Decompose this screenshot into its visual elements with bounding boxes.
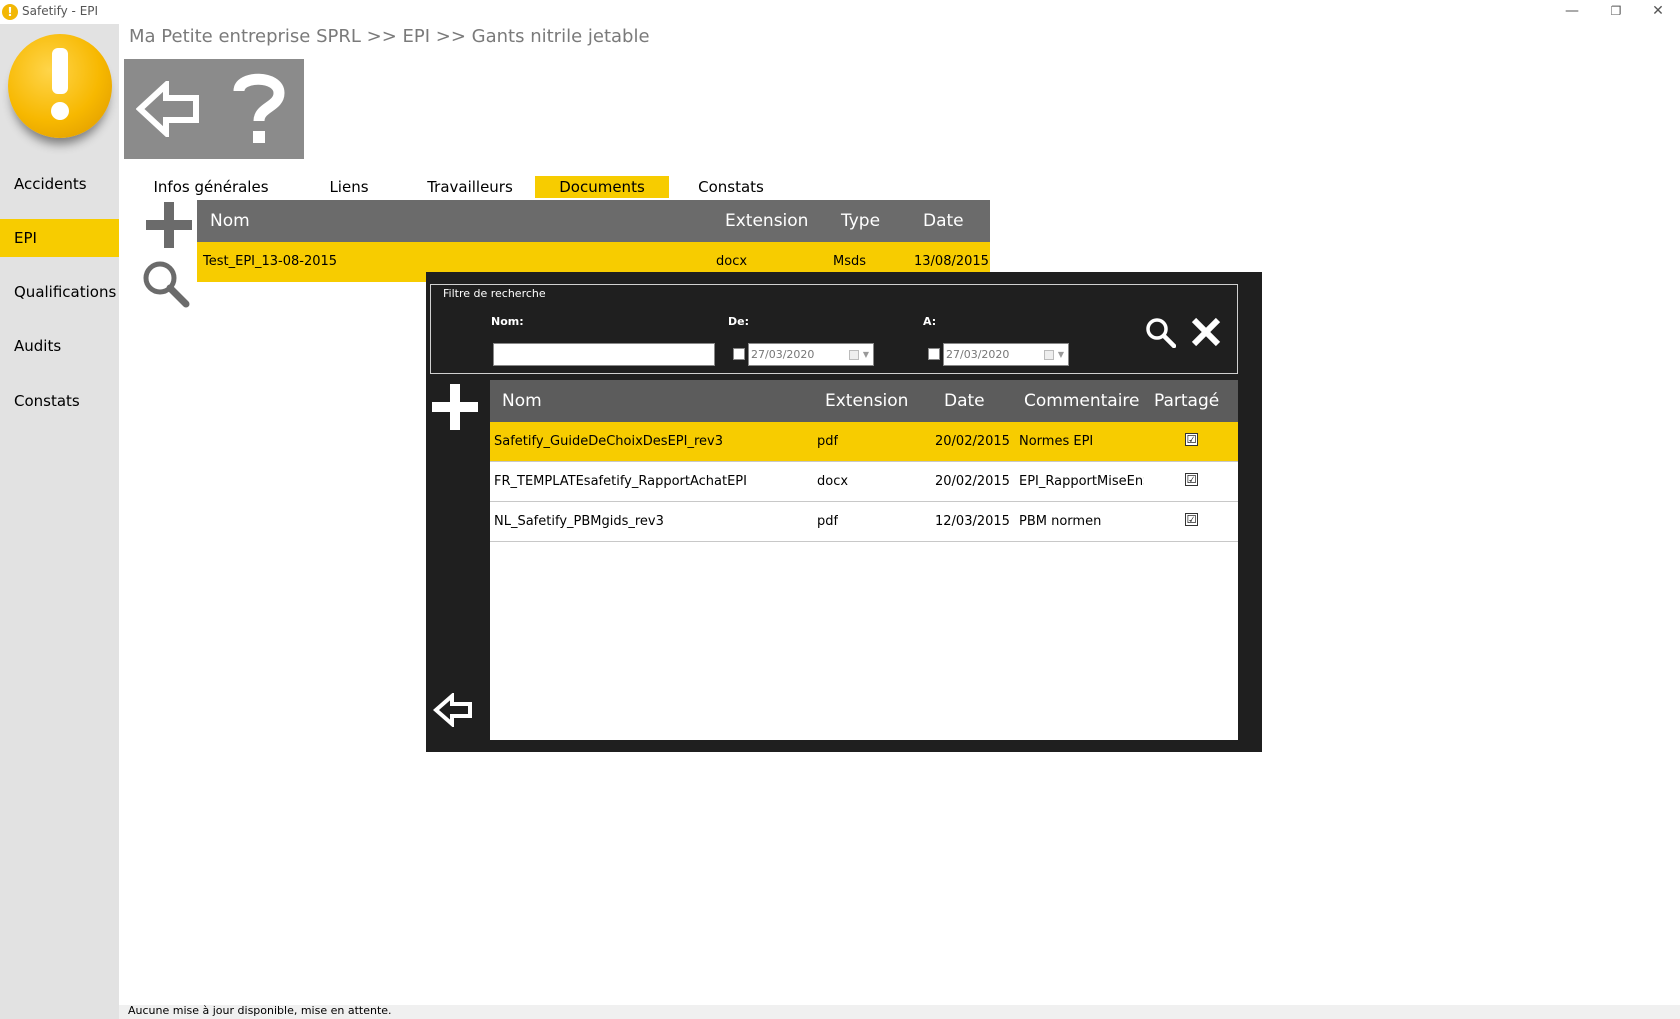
nom-input[interactable]: [493, 343, 715, 366]
cell-extension: docx: [817, 474, 849, 489]
cell-commentaire: Normes EPI: [1019, 434, 1094, 449]
partage-checkbox[interactable]: ☑: [1185, 513, 1198, 526]
tab-travailleurs[interactable]: Travailleurs: [405, 176, 535, 198]
cell-commentaire: EPI_RapportMiseEnS: [1019, 474, 1144, 489]
column-nom[interactable]: Nom: [210, 211, 250, 231]
help-icon[interactable]: [214, 59, 304, 159]
de-checkbox[interactable]: [733, 348, 745, 360]
tab-liens[interactable]: Liens: [293, 176, 405, 198]
table-row[interactable]: Safetify_GuideDeChoixDesEPI_rev3 pdf 20/…: [490, 422, 1238, 462]
chevron-down-icon: ▼: [1057, 350, 1064, 359]
table-row[interactable]: FR_TEMPLATEsafetify_RapportAchatEPI docx…: [490, 462, 1238, 502]
calendar-icon: [849, 350, 859, 360]
breadcrumb: Ma Petite entreprise SPRL >> EPI >> Gant…: [129, 26, 650, 47]
document-picker-dialog: Filtre de recherche Nom: De: 27/03/2020 …: [426, 272, 1262, 752]
restore-button[interactable]: ❐: [1594, 0, 1638, 24]
title-bar: ! Safetify - EPI — ❐ ✕: [0, 0, 1680, 24]
partage-checkbox[interactable]: ☑: [1185, 473, 1198, 486]
tab-documents[interactable]: Documents: [535, 176, 669, 198]
search-icon[interactable]: [1143, 315, 1177, 349]
column-extension[interactable]: Extension: [725, 211, 808, 231]
add-plus-icon[interactable]: [432, 384, 478, 430]
de-label: De:: [728, 315, 749, 328]
tab-constats[interactable]: Constats: [669, 176, 793, 198]
cell-date: 13/08/2015: [914, 254, 989, 269]
cell-type: Msds: [833, 254, 867, 269]
de-date-value: 27/03/2020: [751, 348, 815, 361]
back-arrow-icon[interactable]: [432, 692, 474, 728]
status-bar: Aucune mise à jour disponible, mise en a…: [119, 1004, 1680, 1019]
calendar-icon: [1044, 350, 1054, 360]
nom-label: Nom:: [491, 315, 524, 328]
top-toolbar: [124, 59, 304, 159]
cell-nom: NL_Safetify_PBMgids_rev3: [494, 514, 664, 529]
column-nom[interactable]: Nom: [502, 391, 542, 411]
cell-nom: Safetify_GuideDeChoixDesEPI_rev3: [494, 434, 723, 449]
table-header: Nom Extension Date Commentaire Partagé: [490, 380, 1238, 422]
cell-extension: pdf: [817, 514, 839, 529]
filter-legend: Filtre de recherche: [441, 287, 548, 300]
column-extension[interactable]: Extension: [825, 391, 908, 411]
search-filter-group: Filtre de recherche Nom: De: 27/03/2020 …: [430, 284, 1238, 374]
column-partage[interactable]: Partagé: [1154, 391, 1219, 411]
column-type[interactable]: Type: [841, 211, 880, 231]
cell-date: 20/02/2015: [935, 474, 1010, 489]
table-header: Nom Extension Type Date: [197, 200, 990, 242]
app-warning-icon: !: [2, 4, 18, 20]
cell-date: 20/02/2015: [935, 434, 1010, 449]
partage-checkbox[interactable]: ☑: [1185, 433, 1198, 446]
status-text: Aucune mise à jour disponible, mise en a…: [128, 1004, 392, 1017]
sidebar: Accidents EPI Qualifications Audits Cons…: [0, 24, 119, 1019]
a-date-value: 27/03/2020: [946, 348, 1010, 361]
a-checkbox[interactable]: [928, 348, 940, 360]
sidebar-item-accidents[interactable]: Accidents: [0, 165, 119, 203]
add-plus-icon[interactable]: [146, 202, 192, 248]
cell-nom: Test_EPI_13-08-2015: [203, 254, 338, 269]
cell-nom: FR_TEMPLATEsafetify_RapportAchatEPI: [494, 474, 747, 489]
available-documents-table: Nom Extension Date Commentaire Partagé S…: [490, 380, 1238, 740]
back-arrow-icon[interactable]: [124, 59, 214, 159]
minimize-button[interactable]: —: [1550, 0, 1594, 24]
cell-extension: docx: [716, 254, 748, 269]
clear-filter-close-icon[interactable]: [1189, 315, 1223, 349]
exclamation-logo-icon: [8, 34, 112, 138]
column-date[interactable]: Date: [944, 391, 985, 411]
table-row[interactable]: NL_Safetify_PBMgids_rev3 pdf 12/03/2015 …: [490, 502, 1238, 542]
cell-date: 12/03/2015: [935, 514, 1010, 529]
sidebar-item-constats[interactable]: Constats: [0, 382, 119, 420]
sidebar-item-epi[interactable]: EPI: [0, 219, 119, 257]
tab-infos-generales[interactable]: Infos générales: [129, 176, 293, 198]
sidebar-item-audits[interactable]: Audits: [0, 327, 119, 365]
de-date-picker[interactable]: 27/03/2020 ▼: [748, 343, 874, 366]
chevron-down-icon: ▼: [862, 350, 869, 359]
search-icon[interactable]: [140, 258, 190, 308]
cell-extension: pdf: [817, 434, 839, 449]
a-date-picker[interactable]: 27/03/2020 ▼: [943, 343, 1069, 366]
window-title: Safetify - EPI: [22, 4, 99, 18]
documents-table: Nom Extension Type Date Test_EPI_13-08-2…: [197, 200, 990, 282]
sidebar-item-qualifications[interactable]: Qualifications: [0, 273, 119, 311]
a-label: A:: [923, 315, 937, 328]
column-date[interactable]: Date: [923, 211, 964, 231]
close-window-button[interactable]: ✕: [1636, 0, 1680, 24]
column-commentaire[interactable]: Commentaire: [1024, 391, 1140, 411]
cell-commentaire: PBM normen: [1019, 514, 1102, 529]
